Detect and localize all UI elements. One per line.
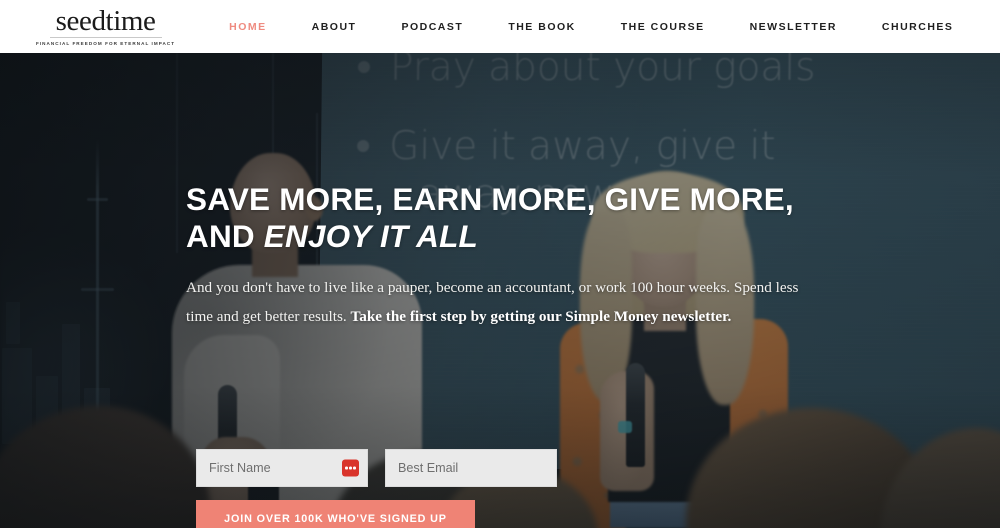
newsletter-signup-form: JOIN OVER 100K WHO'VE SIGNED UP [196,449,557,528]
email-field-wrapper [385,449,557,487]
hero-headline-line-2-plain: AND [186,218,264,254]
brand-logo[interactable]: seedtime FINANCIAL FREEDOM FOR ETERNAL I… [36,4,176,47]
nav-item-the-course[interactable]: THE COURSE [621,21,705,33]
nav-item-podcast[interactable]: PODCAST [401,21,463,33]
brand-divider [49,36,162,38]
hero-section: Pray about your goals Give it away, give… [0,53,1000,528]
email-input[interactable] [386,450,556,486]
first-name-field-wrapper [196,449,368,487]
nav-item-the-book[interactable]: THE BOOK [508,21,575,33]
hero-content: SAVE MORE, EARN MORE, GIVE MORE, AND ENJ… [186,53,866,331]
nav-item-about[interactable]: ABOUT [312,21,357,33]
hero-headline: SAVE MORE, EARN MORE, GIVE MORE, AND ENJ… [186,181,866,255]
nav-item-home[interactable]: HOME [229,21,267,33]
hero-headline-line-2-italic: ENJOY IT ALL [263,218,478,254]
page-root: seedtime FINANCIAL FREEDOM FOR ETERNAL I… [0,0,1000,528]
hero-subheadline: And you don't have to live like a pauper… [186,273,811,331]
site-header: seedtime FINANCIAL FREEDOM FOR ETERNAL I… [0,0,1000,53]
hero-headline-line-1: SAVE MORE, EARN MORE, GIVE MORE, [186,181,794,217]
nav-item-newsletter[interactable]: NEWSLETTER [750,21,837,33]
main-navigation: HOME ABOUT PODCAST THE BOOK THE COURSE N… [229,21,953,33]
signup-submit-button[interactable]: JOIN OVER 100K WHO'VE SIGNED UP [196,500,475,528]
nav-item-churches[interactable]: CHURCHES [882,21,954,33]
brand-tagline: FINANCIAL FREEDOM FOR ETERNAL IMPACT [36,40,176,46]
hero-subheadline-bold: Take the first step by getting our Simpl… [350,308,732,325]
signup-field-row [196,449,557,487]
brand-name: seedtime [55,4,156,37]
password-manager-icon[interactable] [342,459,359,477]
